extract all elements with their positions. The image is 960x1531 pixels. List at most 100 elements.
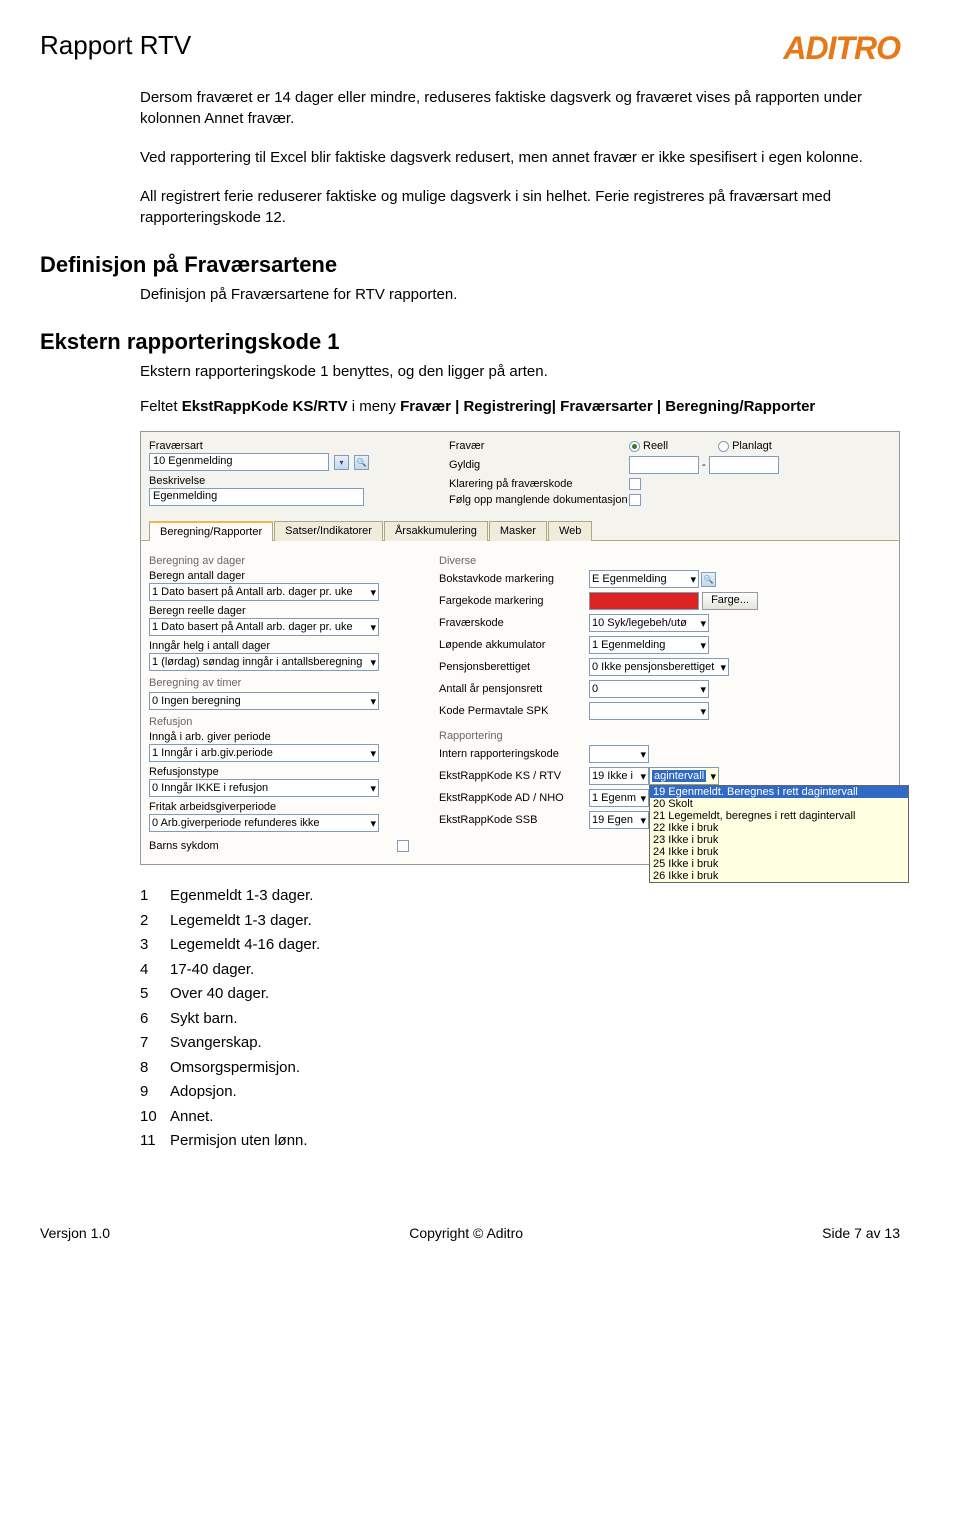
ad-nho-select[interactable]: 1 Egenm▾ — [589, 789, 649, 807]
label: Inngår helg i antall dager — [149, 640, 409, 652]
list-text: Sykt barn. — [170, 1008, 238, 1031]
timer-select[interactable]: 0 Ingen beregning▾ — [149, 692, 379, 710]
list-text: Adopsjon. — [170, 1081, 237, 1104]
page-title: Rapport RTV — [40, 30, 191, 61]
dropdown-item[interactable]: 20 Skolt — [650, 798, 908, 810]
akkumulator-select[interactable]: 1 Egenmelding▾ — [589, 636, 709, 654]
list-num: 9 — [140, 1081, 170, 1104]
label: Inngå i arb. giver periode — [149, 731, 409, 743]
list-num: 2 — [140, 910, 170, 933]
form-screenshot: Fraværsart 10 Egenmelding ▾ 🔍 Beskrivels… — [140, 431, 900, 865]
text-bold: EkstRappKode KS/RTV — [182, 398, 348, 415]
dropdown-item[interactable]: 23 Ikke i bruk — [650, 834, 908, 846]
dropdown-item[interactable]: 26 Ikke i bruk — [650, 870, 908, 882]
dropdown-item[interactable]: 25 Ikke i bruk — [650, 858, 908, 870]
search-icon[interactable]: 🔍 — [354, 455, 369, 470]
ssb-select[interactable]: 19 Egen▾ — [589, 811, 649, 829]
pensjonsrett-select[interactable]: 0▾ — [589, 680, 709, 698]
footer-page: Side 7 av 13 — [822, 1225, 900, 1241]
label: Følg opp manglende dokumentasjon — [449, 494, 629, 506]
list-num: 5 — [140, 983, 170, 1006]
group-label: Diverse — [439, 555, 891, 567]
label: Beskrivelse — [149, 475, 409, 487]
paragraph: Feltet EkstRappKode KS/RTV i meny Fravær… — [140, 396, 900, 417]
logo: ADITRO — [783, 30, 900, 67]
paragraph: Dersom fraværet er 14 dager eller mindre… — [140, 87, 900, 129]
farge-button[interactable]: Farge... — [702, 592, 758, 610]
label: Bokstavkode markering — [439, 573, 589, 585]
fritak-select[interactable]: 0 Arb.giverperiode refunderes ikke▾ — [149, 814, 379, 832]
beregn-antall-select[interactable]: 1 Dato basert på Antall arb. dager pr. u… — [149, 583, 379, 601]
list-num: 3 — [140, 934, 170, 957]
list-text: Permisjon uten lønn. — [170, 1130, 308, 1153]
bokstavkode-select[interactable]: E Egenmelding▾ — [589, 570, 699, 588]
group-label: Beregning av timer — [149, 677, 409, 689]
label: Klarering på fraværskode — [449, 478, 629, 490]
label: EkstRappKode KS / RTV — [439, 770, 589, 782]
label: Fravær — [449, 440, 629, 452]
list-text: Omsorgspermisjon. — [170, 1057, 300, 1080]
code-list: 1Egenmeldt 1-3 dager. 2Legemeldt 1-3 dag… — [140, 885, 900, 1153]
barns-sykdom-checkbox[interactable] — [397, 840, 409, 852]
paragraph: Definisjon på Fraværsartene for RTV rapp… — [140, 284, 900, 305]
label: EkstRappKode SSB — [439, 814, 589, 826]
group-label: Refusjon — [149, 716, 409, 728]
intern-select[interactable]: ▾ — [589, 745, 649, 763]
tab-bar: Beregning/Rapporter Satser/Indikatorer Å… — [141, 520, 899, 541]
search-icon[interactable]: 🔍 — [701, 572, 716, 587]
label: Pensjonsberettiget — [439, 661, 589, 673]
refusjon-select[interactable]: 0 Inngår IKKE i refusjon▾ — [149, 779, 379, 797]
spk-select[interactable]: ▾ — [589, 702, 709, 720]
label: EkstRappKode AD / NHO — [439, 792, 589, 804]
group-label: Beregning av dager — [149, 555, 409, 567]
tab-masker[interactable]: Masker — [489, 521, 547, 541]
list-text: Annet. — [170, 1106, 213, 1129]
tab-web[interactable]: Web — [548, 521, 592, 541]
list-num: 8 — [140, 1057, 170, 1080]
dropdown-item[interactable]: 21 Legemeldt, beregnes i rett daginterva… — [650, 810, 908, 822]
ks-rtv-select[interactable]: 19 Ikke i▾ — [589, 767, 649, 785]
gyldig-to-input[interactable] — [709, 456, 779, 474]
label: Fraværskode — [439, 617, 589, 629]
gyldig-from-input[interactable] — [629, 456, 699, 474]
beregn-reelle-select[interactable]: 1 Dato basert på Antall arb. dager pr. u… — [149, 618, 379, 636]
label: Beregn reelle dager — [149, 605, 409, 617]
fravaersart-input[interactable]: 10 Egenmelding — [149, 453, 329, 471]
tab-arsakk[interactable]: Årsakkumulering — [384, 521, 488, 541]
ks-rtv-open-select[interactable]: agintervall▾ — [649, 767, 719, 785]
footer-copyright: Copyright © Aditro — [409, 1225, 523, 1241]
list-text: Svangerskap. — [170, 1032, 262, 1055]
folgopp-checkbox[interactable] — [629, 494, 641, 506]
beskrivelse-input[interactable]: Egenmelding — [149, 488, 364, 506]
label: Kode Permavtale SPK — [439, 705, 589, 717]
reell-radio[interactable] — [629, 441, 640, 452]
footer-version: Versjon 1.0 — [40, 1225, 110, 1241]
planlagt-radio[interactable] — [718, 441, 729, 452]
dropdown-item[interactable]: 19 Egenmeldt. Beregnes i rett daginterva… — [650, 786, 908, 798]
label: Fraværsart — [149, 440, 409, 452]
label: Reell — [643, 440, 668, 452]
pensjon-select[interactable]: 0 Ikke pensjonsberettiget▾ — [589, 658, 729, 676]
label: Løpende akkumulator — [439, 639, 589, 651]
list-text: Legemeldt 4-16 dager. — [170, 934, 320, 957]
fravaerskode-select[interactable]: 10 Syk/legebeh/utø▾ — [589, 614, 709, 632]
dropdown-item[interactable]: 22 Ikke i bruk — [650, 822, 908, 834]
label: Intern rapporteringskode — [439, 748, 589, 760]
tab-beregning[interactable]: Beregning/Rapporter — [149, 521, 273, 541]
helg-select[interactable]: 1 (lørdag) søndag inngår i antallsberegn… — [149, 653, 379, 671]
klarering-checkbox[interactable] — [629, 478, 641, 490]
list-num: 4 — [140, 959, 170, 982]
list-text: Egenmeldt 1-3 dager. — [170, 885, 313, 908]
label: Antall år pensjonsrett — [439, 683, 589, 695]
list-num: 10 — [140, 1106, 170, 1129]
arbgiver-select[interactable]: 1 Inngår i arb.giv.periode▾ — [149, 744, 379, 762]
tab-satser[interactable]: Satser/Indikatorer — [274, 521, 383, 541]
list-num: 1 — [140, 885, 170, 908]
color-swatch — [589, 592, 699, 610]
list-num: 6 — [140, 1008, 170, 1031]
dropdown-icon[interactable]: ▾ — [334, 455, 349, 470]
dropdown-item[interactable]: 24 Ikke i bruk — [650, 846, 908, 858]
text-bold: Fravær | Registrering| Fraværsarter | Be… — [400, 398, 815, 415]
label: Gyldig — [449, 459, 629, 471]
dropdown-list[interactable]: 19 Egenmeldt. Beregnes i rett daginterva… — [649, 785, 909, 883]
